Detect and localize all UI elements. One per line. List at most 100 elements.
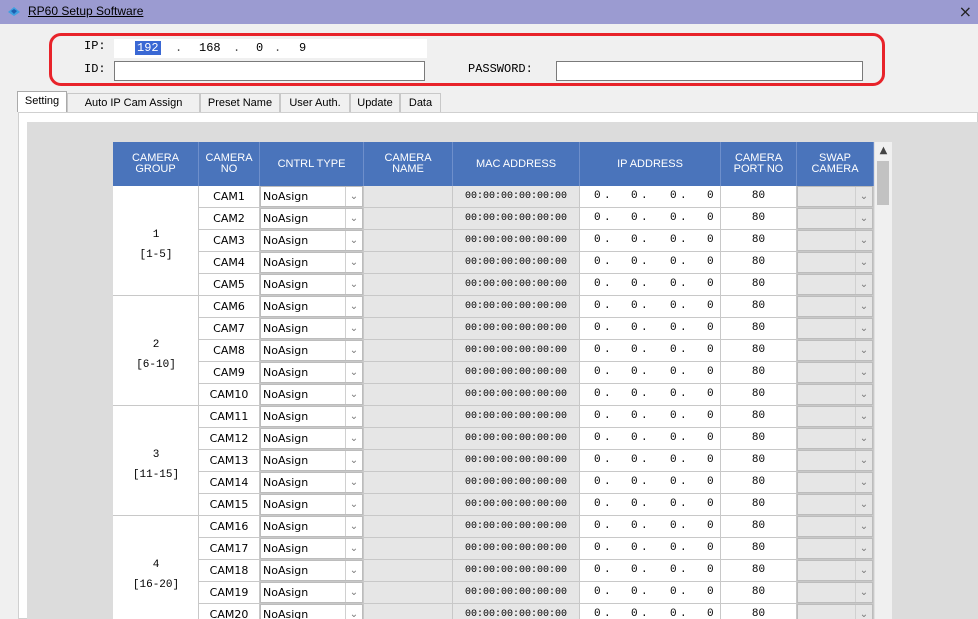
chevron-down-icon[interactable]: ⌄ (345, 231, 362, 250)
camera-name-field[interactable] (364, 494, 453, 516)
ip-octet[interactable]: 0 (707, 274, 714, 295)
ip-address-field[interactable]: 0.0.0.0 (580, 186, 721, 208)
swap-camera-select[interactable]: ⌄ (797, 428, 873, 449)
ip-address-field[interactable]: 0.0.0.0 (580, 516, 721, 538)
ip-address-input[interactable]: 192 . 168 . 0 . 9 (114, 39, 427, 58)
ip-octet[interactable]: 0 (707, 406, 714, 427)
chevron-down-icon[interactable]: ⌄ (855, 341, 872, 360)
ip-address-field[interactable]: 0.0.0.0 (580, 296, 721, 318)
chevron-down-icon[interactable]: ⌄ (855, 231, 872, 250)
ip-octet-2[interactable]: 168 (199, 41, 221, 55)
tab-data[interactable]: Data (400, 93, 441, 112)
cntrl-type-select[interactable]: NoAsign ⌄ (260, 516, 363, 537)
ip-octet[interactable]: 0 (670, 274, 677, 295)
ip-octet[interactable]: 0 (707, 230, 714, 251)
ip-octet[interactable]: 0 (594, 362, 601, 383)
ip-octet[interactable]: 0 (631, 186, 638, 207)
tab-user-auth[interactable]: User Auth. (280, 93, 350, 112)
scroll-thumb[interactable] (877, 161, 889, 205)
ip-octet[interactable]: 0 (594, 384, 601, 405)
swap-camera-select[interactable]: ⌄ (797, 186, 873, 207)
ip-octet[interactable]: 0 (594, 230, 601, 251)
ip-address-field[interactable]: 0.0.0.0 (580, 384, 721, 406)
ip-octet[interactable]: 0 (707, 296, 714, 317)
ip-octet-3[interactable]: 0 (256, 41, 263, 55)
port-field[interactable]: 80 (721, 406, 797, 428)
ip-octet[interactable]: 0 (631, 362, 638, 383)
ip-octet[interactable]: 0 (707, 428, 714, 449)
ip-address-field[interactable]: 0.0.0.0 (580, 362, 721, 384)
ip-octet[interactable]: 0 (631, 428, 638, 449)
ip-address-field[interactable]: 0.0.0.0 (580, 472, 721, 494)
chevron-down-icon[interactable]: ⌄ (855, 253, 872, 272)
ip-address-field[interactable]: 0.0.0.0 (580, 406, 721, 428)
port-field[interactable]: 80 (721, 450, 797, 472)
chevron-down-icon[interactable]: ⌄ (345, 495, 362, 514)
ip-address-field[interactable]: 0.0.0.0 (580, 560, 721, 582)
scroll-up-icon[interactable]: ▲ (875, 142, 892, 159)
chevron-down-icon[interactable]: ⌄ (855, 429, 872, 448)
ip-address-field[interactable]: 0.0.0.0 (580, 428, 721, 450)
ip-octet[interactable]: 0 (631, 340, 638, 361)
swap-camera-select[interactable]: ⌄ (797, 494, 873, 515)
ip-octet[interactable]: 0 (594, 252, 601, 273)
ip-octet[interactable]: 0 (707, 340, 714, 361)
chevron-down-icon[interactable]: ⌄ (855, 495, 872, 514)
camera-name-field[interactable] (364, 274, 453, 296)
chevron-down-icon[interactable]: ⌄ (345, 605, 362, 619)
port-field[interactable]: 80 (721, 538, 797, 560)
chevron-down-icon[interactable]: ⌄ (345, 209, 362, 228)
camera-name-field[interactable] (364, 186, 453, 208)
chevron-down-icon[interactable]: ⌄ (855, 209, 872, 228)
cntrl-type-select[interactable]: NoAsign ⌄ (260, 274, 363, 295)
chevron-down-icon[interactable]: ⌄ (345, 187, 362, 206)
ip-octet[interactable]: 0 (631, 252, 638, 273)
chevron-down-icon[interactable]: ⌄ (855, 319, 872, 338)
ip-octet[interactable]: 0 (631, 538, 638, 559)
port-field[interactable]: 80 (721, 362, 797, 384)
port-field[interactable]: 80 (721, 384, 797, 406)
ip-octet[interactable]: 0 (631, 560, 638, 581)
cntrl-type-select[interactable]: NoAsign ⌄ (260, 230, 363, 251)
cntrl-type-select[interactable]: NoAsign ⌄ (260, 296, 363, 317)
port-field[interactable]: 80 (721, 318, 797, 340)
swap-camera-select[interactable]: ⌄ (797, 450, 873, 471)
ip-octet-1[interactable]: 192 (135, 41, 161, 55)
chevron-down-icon[interactable]: ⌄ (855, 363, 872, 382)
port-field[interactable]: 80 (721, 230, 797, 252)
cntrl-type-select[interactable]: NoAsign ⌄ (260, 450, 363, 471)
swap-camera-select[interactable]: ⌄ (797, 274, 873, 295)
chevron-down-icon[interactable]: ⌄ (855, 297, 872, 316)
ip-octet[interactable]: 0 (594, 186, 601, 207)
ip-octet[interactable]: 0 (707, 604, 714, 619)
ip-octet[interactable]: 0 (670, 560, 677, 581)
chevron-down-icon[interactable]: ⌄ (345, 363, 362, 382)
ip-octet[interactable]: 0 (631, 604, 638, 619)
tab-preset-name[interactable]: Preset Name (200, 93, 280, 112)
cntrl-type-select[interactable]: NoAsign ⌄ (260, 340, 363, 361)
chevron-down-icon[interactable]: ⌄ (345, 539, 362, 558)
ip-octet[interactable]: 0 (594, 516, 601, 537)
chevron-down-icon[interactable]: ⌄ (855, 473, 872, 492)
ip-octet[interactable]: 0 (707, 494, 714, 515)
id-input[interactable] (114, 61, 425, 81)
ip-octet[interactable]: 0 (631, 296, 638, 317)
ip-octet[interactable]: 0 (707, 208, 714, 229)
ip-octet[interactable]: 0 (670, 406, 677, 427)
ip-octet[interactable]: 0 (631, 582, 638, 603)
chevron-down-icon[interactable]: ⌄ (345, 517, 362, 536)
camera-name-field[interactable] (364, 538, 453, 560)
ip-octet[interactable]: 0 (594, 406, 601, 427)
ip-octet[interactable]: 0 (594, 494, 601, 515)
port-field[interactable]: 80 (721, 516, 797, 538)
camera-name-field[interactable] (364, 472, 453, 494)
chevron-down-icon[interactable]: ⌄ (345, 407, 362, 426)
ip-octet[interactable]: 0 (707, 582, 714, 603)
ip-address-field[interactable]: 0.0.0.0 (580, 450, 721, 472)
tab-auto-ip-cam-assign[interactable]: Auto IP Cam Assign (67, 93, 200, 112)
camera-name-field[interactable] (364, 516, 453, 538)
ip-octet[interactable]: 0 (670, 384, 677, 405)
port-field[interactable]: 80 (721, 208, 797, 230)
swap-camera-select[interactable]: ⌄ (797, 384, 873, 405)
ip-octet[interactable]: 0 (670, 516, 677, 537)
